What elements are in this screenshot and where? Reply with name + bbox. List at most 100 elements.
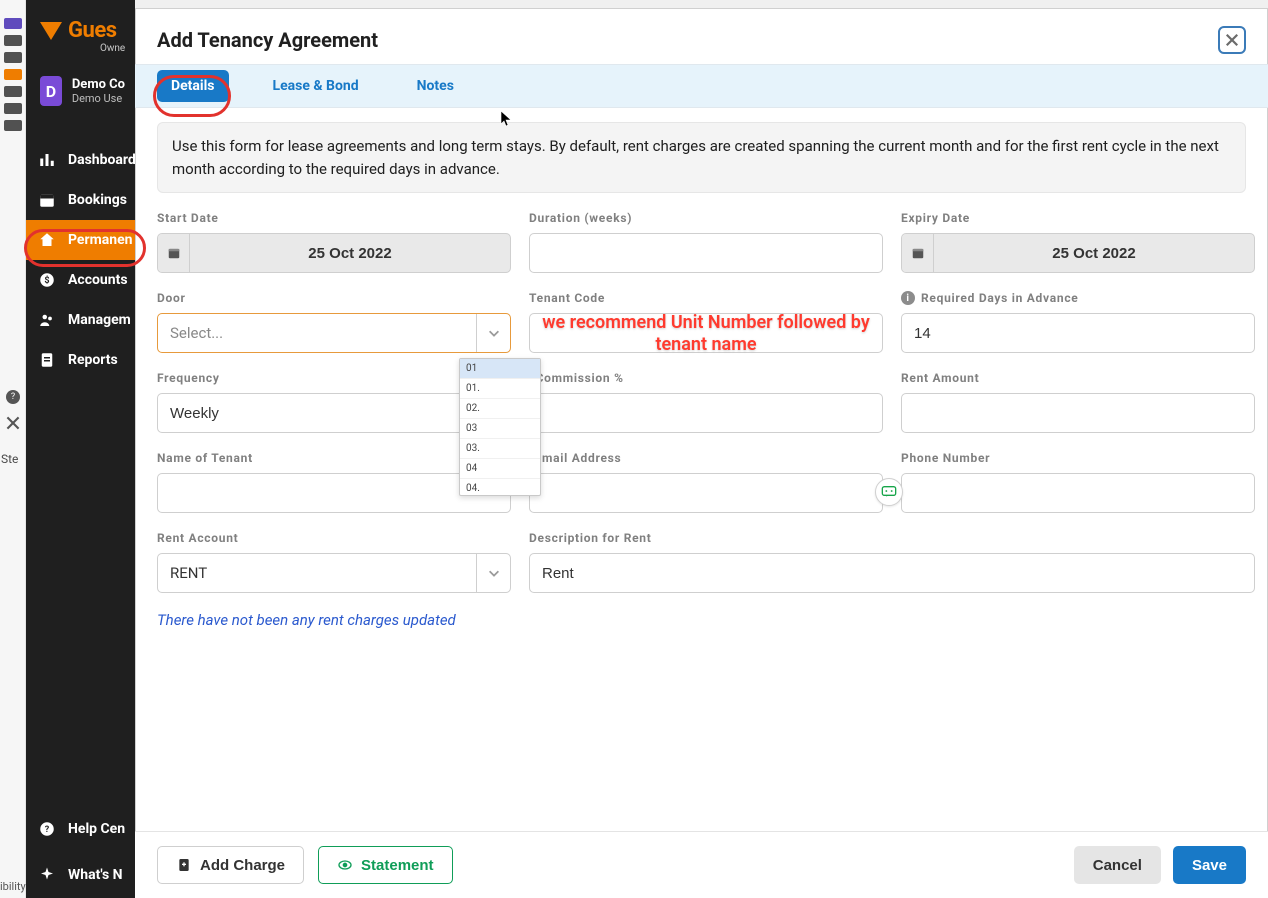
form-area: Use this form for lease agreements and l… xyxy=(135,108,1268,831)
stub-icon xyxy=(4,35,22,46)
expiry-date-input[interactable] xyxy=(901,233,1255,273)
sidebar-item-whatsnew[interactable]: What's N xyxy=(26,852,135,898)
field-email: EEmail Address xyxy=(529,451,883,513)
document-icon xyxy=(38,351,56,369)
dropdown-option[interactable]: 04 xyxy=(460,459,540,479)
dropdown-option[interactable]: 03. xyxy=(460,439,540,459)
eye-icon xyxy=(337,857,353,873)
tab-lease-bond[interactable]: Lease & Bond xyxy=(259,70,373,102)
field-rent-desc: Description for Rent xyxy=(529,531,1255,593)
sidebar-item-label: Managem xyxy=(68,312,131,328)
close-icon xyxy=(1225,33,1239,47)
field-expiry-date: Expiry Date xyxy=(901,211,1255,273)
select-placeholder: Select... xyxy=(158,314,476,352)
dollar-circle-icon: $ xyxy=(38,271,56,289)
stub-icon xyxy=(4,18,22,29)
bar-chart-icon xyxy=(38,151,56,169)
field-label: Frequency xyxy=(157,371,511,385)
chevron-down-icon xyxy=(476,554,510,592)
calendar-icon xyxy=(902,234,934,272)
user-company: Demo Co xyxy=(72,77,125,92)
field-duration: Duration (weeks) xyxy=(529,211,883,273)
stub-icon xyxy=(4,69,22,80)
email-input[interactable] xyxy=(529,473,883,513)
close-button[interactable] xyxy=(1218,26,1246,54)
field-label: Start Date xyxy=(157,211,511,225)
dropdown-option[interactable]: 01 xyxy=(460,359,540,379)
sidebar-item-label: Bookings xyxy=(68,192,127,208)
field-label: Rent Account xyxy=(157,531,511,545)
calendar-icon xyxy=(158,234,190,272)
start-date-input[interactable] xyxy=(157,233,511,273)
sidebar-nav: Dashboard Bookings Permanen $ Accounts M… xyxy=(26,140,135,380)
stub-label: Ste xyxy=(1,452,18,466)
brand-subtitle: Owne xyxy=(26,43,135,68)
sidebar-item-bookings[interactable]: Bookings xyxy=(26,180,135,220)
dropdown-option[interactable]: 04. xyxy=(460,479,540,495)
sidebar-item-help[interactable]: ? Help Cen xyxy=(26,806,135,852)
field-tenant-code: Tenant Code xyxy=(529,291,883,353)
sparkle-icon xyxy=(38,866,56,884)
door-dropdown[interactable]: 0101.02.0303.0404. xyxy=(459,358,541,496)
field-tenant-name: Name of Tenant xyxy=(157,451,511,513)
avatar: D xyxy=(40,76,62,106)
svg-text:$: $ xyxy=(44,275,49,286)
sidebar-item-management[interactable]: Managem xyxy=(26,300,135,340)
stub-icon xyxy=(4,103,22,114)
sidebar-item-label: Help Cen xyxy=(68,821,125,837)
sidebar-item-permanent[interactable]: Permanen xyxy=(26,220,135,260)
sidebar-item-reports[interactable]: Reports xyxy=(26,340,135,380)
field-frequency: Frequency xyxy=(157,371,511,433)
frequency-input[interactable] xyxy=(157,393,511,433)
stub-bottom-label: ibility xyxy=(0,880,26,893)
chevron-down-icon xyxy=(476,314,510,352)
tab-notes[interactable]: Notes xyxy=(403,70,468,102)
duration-input[interactable] xyxy=(529,233,883,273)
user-block[interactable]: D Demo Co Demo Use xyxy=(26,68,135,108)
field-phone: Phone Number xyxy=(901,451,1255,513)
tenancy-modal: Add Tenancy Agreement Details Lease & Bo… xyxy=(135,8,1268,898)
dropdown-option[interactable]: 03 xyxy=(460,419,540,439)
field-rent-account: Rent Account RENT xyxy=(157,531,511,593)
dropdown-option[interactable]: 01. xyxy=(460,379,540,399)
field-start-date: Start Date xyxy=(157,211,511,273)
stub-icon xyxy=(4,52,22,63)
modal-title: Add Tenancy Agreement xyxy=(157,28,378,52)
rent-charges-note: There have not been any rent charges upd… xyxy=(157,611,1246,629)
field-label: Door xyxy=(157,291,511,305)
select-value: RENT xyxy=(158,554,476,592)
tenant-name-input[interactable] xyxy=(157,473,511,513)
sidebar-bottom: ? Help Cen What's N xyxy=(26,806,135,898)
sidebar-item-label: Accounts xyxy=(68,272,128,288)
add-charge-button[interactable]: Add Charge xyxy=(157,846,304,884)
chat-widget-icon[interactable] xyxy=(875,478,903,506)
tab-details[interactable]: Details xyxy=(157,70,229,102)
stub-icon xyxy=(4,86,22,97)
tenant-code-input[interactable] xyxy=(529,313,883,353)
info-icon: i xyxy=(901,291,915,305)
statement-button[interactable]: Statement xyxy=(318,846,453,884)
sidebar-item-label: Permanen xyxy=(68,232,133,248)
field-required-days: i Required Days in Advance xyxy=(901,291,1255,353)
commission-input[interactable] xyxy=(529,393,883,433)
document-plus-icon xyxy=(176,857,192,873)
rent-account-select[interactable]: RENT xyxy=(157,553,511,593)
save-button[interactable]: Save xyxy=(1173,846,1246,884)
modal-header: Add Tenancy Agreement xyxy=(135,8,1268,64)
modal-tabs: Details Lease & Bond Notes xyxy=(135,64,1268,108)
rent-desc-input[interactable] xyxy=(529,553,1255,593)
rent-amount-input[interactable] xyxy=(901,393,1255,433)
field-label: Description for Rent xyxy=(529,531,1255,545)
sidebar-item-accounts[interactable]: $ Accounts xyxy=(26,260,135,300)
help-circle-icon: ? xyxy=(38,820,56,838)
door-select[interactable]: Select... xyxy=(157,313,511,353)
field-label: Name of Tenant xyxy=(157,451,511,465)
sidebar-item-dashboard[interactable]: Dashboard xyxy=(26,140,135,180)
dropdown-option[interactable]: 02. xyxy=(460,399,540,419)
field-label: Phone Number xyxy=(901,451,1255,465)
field-label: Duration (weeks) xyxy=(529,211,883,225)
required-days-input[interactable] xyxy=(901,313,1255,353)
phone-input[interactable] xyxy=(901,473,1255,513)
stub-icon xyxy=(4,120,22,131)
cancel-button[interactable]: Cancel xyxy=(1074,846,1161,884)
